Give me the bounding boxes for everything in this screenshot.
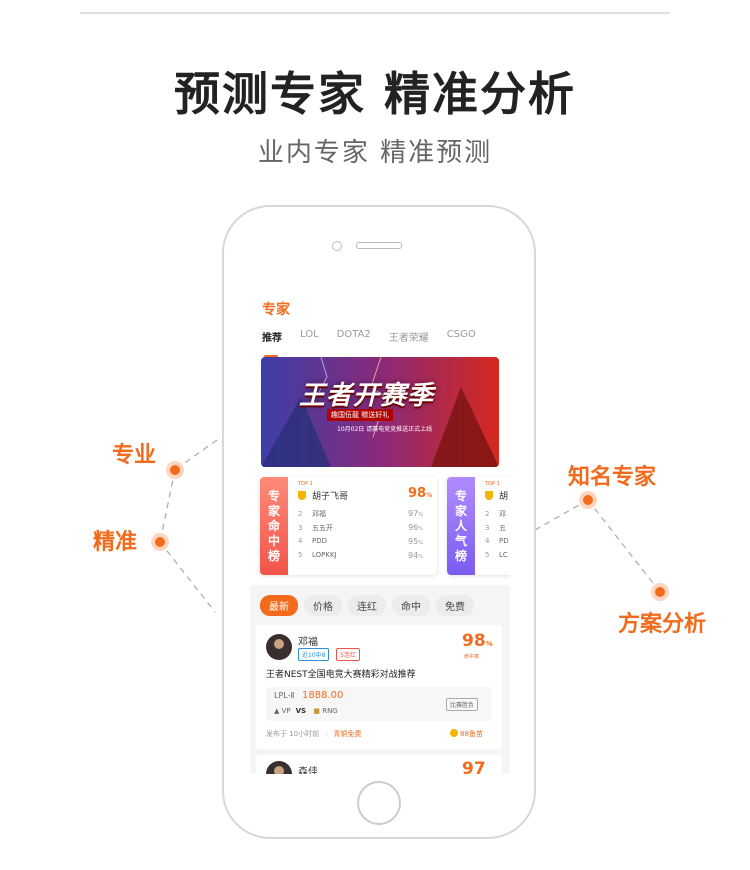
- tab-lol[interactable]: LOL: [300, 329, 319, 351]
- ranking-row[interactable]: 4 PDD 95%: [298, 537, 423, 551]
- top1-tag: TOP 1: [298, 481, 313, 487]
- hit-rate-value: 98%: [462, 631, 493, 651]
- dot-precise: [151, 533, 169, 551]
- trophy-icon: [298, 491, 306, 500]
- tab-recommend[interactable]: 推荐: [262, 329, 282, 357]
- plan-feed: 最新 价格 连红 命中 免费 邓福 近10中8 5连红 98% 命中率 王者NE…: [250, 585, 510, 774]
- coin-icon: [450, 729, 458, 737]
- camera-icon: [332, 241, 342, 251]
- home-button[interactable]: [357, 781, 401, 825]
- ranking-row[interactable]: 5 LOPKKJ 94%: [298, 551, 423, 565]
- tab-honor-of-kings[interactable]: 王者荣耀: [389, 329, 429, 351]
- speaker-icon: [356, 242, 402, 249]
- filter-free[interactable]: 免费: [436, 595, 474, 616]
- record-badge: 近10中8: [298, 648, 330, 661]
- plan-card[interactable]: 森佳 97: [256, 755, 502, 774]
- dot-plan-analysis: [651, 583, 669, 601]
- phone-frame: 专家 推荐 LOL DOTA2 王者荣耀 CSGO 王者开赛季 趣国伍龍 赠送好…: [222, 205, 536, 839]
- filter-hit[interactable]: 命中: [392, 595, 430, 616]
- match-teams: ▲ VP VS ■ RNG: [274, 707, 338, 715]
- streak-badge: 5连红: [336, 648, 360, 661]
- ranking-row[interactable]: 4 PD: [485, 537, 509, 551]
- plan-title: 王者NEST全国电竞大赛精彩对战推荐: [266, 670, 416, 680]
- plan-cost: 88鱼苗: [450, 729, 483, 739]
- filter-latest[interactable]: 最新: [260, 595, 298, 616]
- banner-subtitle: 趣国伍龍 赠送好礼: [327, 409, 394, 421]
- plan-meta: 发布于 10小时前 | 青铜免费: [266, 730, 362, 738]
- expert-name: 邓福: [298, 637, 318, 648]
- hit-rate-ranking-label: 专家命中榜: [260, 477, 288, 575]
- ranking-row[interactable]: 胡子飞哥 98%: [298, 486, 432, 503]
- hit-rate-label: 命中率: [464, 654, 480, 660]
- tab-dota2[interactable]: DOTA2: [337, 329, 371, 351]
- bet-type-tag: 比赛胜负: [446, 698, 479, 711]
- hit-rate-value: 97: [462, 759, 486, 774]
- app-screen: 专家 推荐 LOL DOTA2 王者荣耀 CSGO 王者开赛季 趣国伍龍 赠送好…: [250, 287, 510, 774]
- team-logo-icon: ■: [313, 707, 320, 715]
- trophy-icon: [485, 491, 493, 500]
- promo-banner[interactable]: 王者开赛季 趣国伍龍 赠送好礼 10月02日 请赛电竞竞推送正式上线: [261, 357, 499, 467]
- popularity-ranking-label: 专家人气榜: [447, 477, 475, 575]
- banner-title: 王者开赛季: [299, 381, 435, 411]
- game-tabs: 推荐 LOL DOTA2 王者荣耀 CSGO: [262, 329, 510, 357]
- tab-csgo[interactable]: CSGO: [447, 329, 476, 351]
- label-professional: 专业: [112, 443, 157, 468]
- plan-price: 1888.00: [302, 690, 344, 701]
- filter-streak[interactable]: 连红: [348, 595, 386, 616]
- top1-tag: TOP 1: [485, 481, 500, 487]
- app-title: 专家: [262, 302, 290, 318]
- banner-date-line: 10月02日 请赛电竞竞推送正式上线: [337, 426, 433, 433]
- avatar[interactable]: [266, 761, 292, 774]
- popularity-ranking-card[interactable]: 专家人气榜 TOP 1 胡 2邓 3五 4 PD 5 LC: [447, 477, 510, 575]
- match-info[interactable]: LPL-Ⅱ 1888.00 ▲ VP VS ■ RNG 比赛胜负: [266, 687, 492, 721]
- ranking-row[interactable]: 5 LC: [485, 551, 508, 565]
- league-name: LPL-Ⅱ: [274, 691, 295, 700]
- label-plan-analysis: 方案分析: [618, 612, 707, 637]
- ranking-row[interactable]: 3五: [485, 523, 506, 537]
- ranking-row[interactable]: 2 邓福 97%: [298, 509, 423, 523]
- dot-professional: [166, 461, 184, 479]
- label-precise: 精准: [93, 530, 138, 555]
- ranking-row[interactable]: 胡: [485, 489, 508, 503]
- filter-chips: 最新 价格 连红 命中 免费: [260, 595, 474, 616]
- avatar[interactable]: [266, 634, 292, 660]
- ranking-row[interactable]: 2邓: [485, 509, 506, 523]
- plan-card[interactable]: 邓福 近10中8 5连红 98% 命中率 王者NEST全国电竞大赛精彩对战推荐 …: [256, 625, 502, 749]
- hit-rate-ranking-card[interactable]: 专家命中榜 TOP 1 胡子飞哥 98% 2 邓福 97% 3 五五开 96% 4P…: [260, 477, 437, 575]
- dot-famous-experts: [579, 491, 597, 509]
- team-logo-icon: ▲: [274, 707, 280, 715]
- expert-name: 森佳: [298, 767, 318, 774]
- label-famous-experts: 知名专家: [568, 465, 657, 490]
- filter-price[interactable]: 价格: [304, 595, 342, 616]
- ranking-row[interactable]: 3 五五开 96%: [298, 523, 423, 537]
